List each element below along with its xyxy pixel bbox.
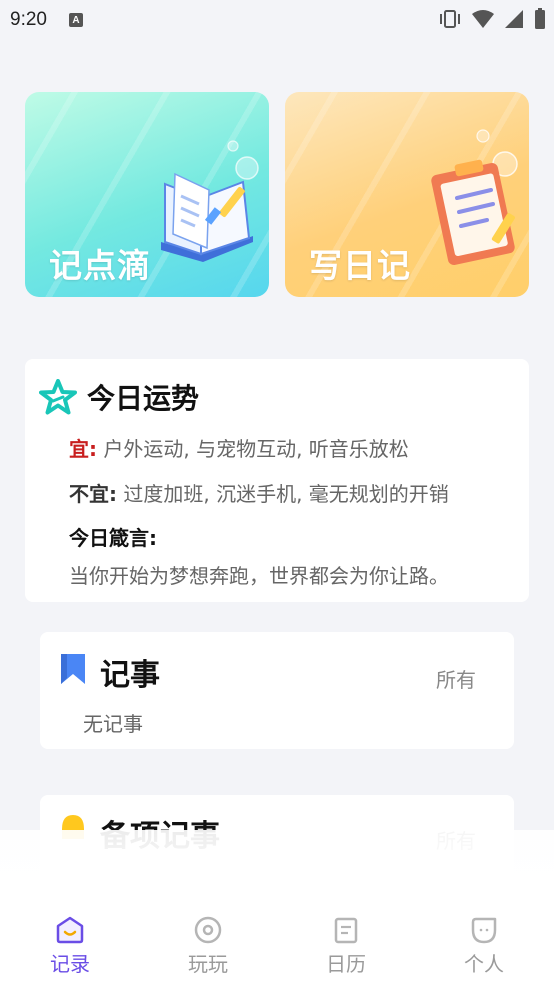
fortune-good-line: 宜: 户外运动, 与宠物互动, 听音乐放松 [69, 433, 409, 462]
good-text: 户外运动, 与宠物互动, 听音乐放松 [97, 437, 409, 461]
fortune-bad-line: 不宜: 过度加班, 沉迷手机, 毫无规划的开销 [69, 478, 449, 507]
fortune-header: 今日运势 [39, 377, 199, 417]
write-diary-label: 写日记 [309, 246, 411, 285]
notes-empty-text: 无记事 [83, 712, 143, 736]
fortune-title: 今日运势 [87, 382, 200, 415]
good-tag: 宜: [69, 437, 97, 461]
bottom-tab-bar: 记录 玩玩 日历 个人 [0, 830, 554, 984]
tab-play-label: 玩玩 [188, 952, 228, 976]
status-bar: 9:20 A [0, 0, 554, 40]
open-book-icon [161, 140, 259, 262]
game-icon [194, 916, 222, 944]
signal-icon [505, 10, 523, 28]
tab-calendar-label: 日历 [326, 952, 366, 976]
notes-card: 记事 所有 无记事 [40, 632, 514, 749]
tab-record-label: 记录 [50, 952, 90, 976]
daily-fortune-card: 今日运势 宜: 户外运动, 与宠物互动, 听音乐放松 不宜: 过度加班, 沉迷手… [25, 359, 529, 602]
bookmark-icon [61, 654, 85, 684]
vibrate-icon [440, 10, 460, 28]
motto-text: 当你开始为梦想奔跑，世界都会为你让路。 [69, 564, 449, 588]
write-diary-card[interactable]: 写日记 [285, 92, 529, 297]
profile-icon [471, 917, 497, 944]
calendar-icon [334, 917, 358, 944]
status-time: 9:20 [10, 9, 47, 30]
notes-all-link[interactable]: 所有 [436, 664, 476, 693]
wifi-icon [472, 10, 494, 28]
notes-title: 记事 [100, 658, 160, 693]
home-icon [56, 916, 84, 944]
accessibility-badge-icon: A [68, 13, 83, 27]
tab-record[interactable]: 记录 [30, 916, 110, 977]
record-moments-label: 记点滴 [49, 246, 151, 285]
bad-tag: 不宜: [69, 482, 117, 506]
tab-profile-label: 个人 [464, 952, 504, 976]
status-icons [438, 8, 546, 30]
record-moments-card[interactable]: 记点滴 [25, 92, 269, 297]
battery-icon [535, 8, 545, 29]
clipboard-icon [431, 129, 518, 265]
star-icon [39, 379, 77, 415]
motto-label: 今日箴言: [69, 526, 157, 550]
tab-profile[interactable]: 个人 [444, 916, 524, 977]
bad-text: 过度加班, 沉迷手机, 毫无规划的开销 [117, 482, 449, 506]
tab-calendar[interactable]: 日历 [306, 916, 386, 977]
tab-play[interactable]: 玩玩 [168, 916, 248, 977]
